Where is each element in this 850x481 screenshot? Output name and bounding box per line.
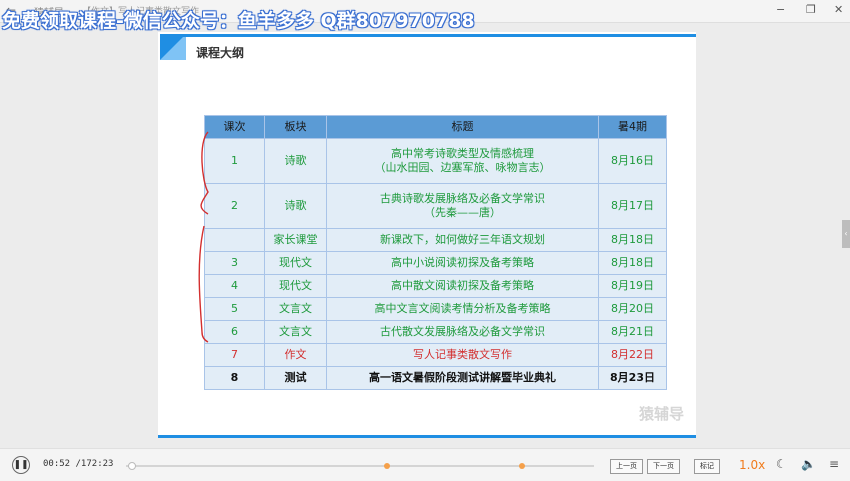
date: 8月17日 bbox=[598, 183, 667, 229]
volume-icon[interactable]: 🔈 bbox=[801, 457, 816, 471]
syllabus-table: 课次 板块 标题 暑4期 1 诗歌 高中常考诗歌类型及情感梳理 （山水田园、边塞军… bbox=[204, 115, 667, 390]
title-subline: （先秦——唐） bbox=[424, 206, 501, 219]
title-cell: 新课改下，如何做好三年语文规划 bbox=[326, 228, 599, 252]
table-row: 4 现代文 高中散文阅读初探及备考策略 8月19日 bbox=[204, 274, 667, 298]
slide-bottom-rule bbox=[158, 435, 696, 438]
restore-button[interactable]: ❐ bbox=[806, 3, 816, 16]
lesson-number: 8 bbox=[204, 366, 265, 390]
time-total: /172:23 bbox=[75, 459, 114, 469]
header-title: 标题 bbox=[326, 115, 599, 139]
module: 文言文 bbox=[264, 297, 327, 321]
module: 作文 bbox=[264, 343, 327, 367]
date: 8月22日 bbox=[598, 343, 667, 367]
table-row: 2 诗歌 古典诗歌发展脉络及必备文学常识 （先秦——唐） 8月17日 bbox=[204, 183, 667, 229]
module: 现代文 bbox=[264, 251, 327, 275]
lesson-number: 2 bbox=[204, 183, 265, 229]
table-row: 1 诗歌 高中常考诗歌类型及情感梳理 （山水田园、边塞军旅、咏物言志） 8月16日 bbox=[204, 138, 667, 184]
lesson-number bbox=[204, 228, 265, 252]
date: 8月23日 bbox=[598, 366, 667, 390]
slide-logo-icon bbox=[160, 34, 186, 60]
title-cell: 高中散文阅读初探及备考策略 bbox=[326, 274, 599, 298]
table-row: 8 测试 高一语文暑假阶段测试讲解暨毕业典礼 8月23日 bbox=[204, 366, 667, 390]
date: 8月16日 bbox=[598, 138, 667, 184]
date: 8月20日 bbox=[598, 297, 667, 321]
close-button[interactable]: ✕ bbox=[834, 3, 843, 16]
lesson-number: 3 bbox=[204, 251, 265, 275]
lesson-number: 1 bbox=[204, 138, 265, 184]
date: 8月21日 bbox=[598, 320, 667, 344]
table-header-row: 课次 板块 标题 暑4期 bbox=[204, 115, 667, 139]
module: 诗歌 bbox=[264, 183, 327, 229]
title-cell: 高中文言文阅读考情分析及备考策略 bbox=[326, 297, 599, 321]
progress-marker[interactable] bbox=[519, 463, 525, 469]
title-cell: 写人记事类散文写作 bbox=[326, 343, 599, 367]
table-row: 7 作文 写人记事类散文写作 8月22日 bbox=[204, 343, 667, 367]
progress-marker[interactable] bbox=[384, 463, 390, 469]
lesson-number: 4 bbox=[204, 274, 265, 298]
lesson-number: 6 bbox=[204, 320, 265, 344]
pause-icon[interactable]: ❚❚ bbox=[12, 456, 30, 474]
title-cell: 高一语文暑假阶段测试讲解暨毕业典礼 bbox=[326, 366, 599, 390]
title-cell: 古代散文发展脉络及必备文学常识 bbox=[326, 320, 599, 344]
slide: 课程大纲 课次 板块 标题 暑4期 1 诗歌 高中常考诗歌类型及情感梳理 （山水田… bbox=[158, 32, 696, 438]
progress-knob[interactable] bbox=[128, 462, 136, 470]
module: 诗歌 bbox=[264, 138, 327, 184]
date: 8月19日 bbox=[598, 274, 667, 298]
header-lesson: 课次 bbox=[204, 115, 265, 139]
table-row: 家长课堂 新课改下，如何做好三年语文规划 8月18日 bbox=[204, 228, 667, 252]
date: 8月18日 bbox=[598, 228, 667, 252]
title-cell: 古典诗歌发展脉络及必备文学常识 （先秦——唐） bbox=[326, 183, 599, 229]
side-panel-toggle[interactable]: ‹ bbox=[842, 220, 850, 248]
module: 家长课堂 bbox=[264, 228, 327, 252]
table-row: 6 文言文 古代散文发展脉络及必备文学常识 8月21日 bbox=[204, 320, 667, 344]
time-readout: 00:52 /172:23 bbox=[43, 459, 113, 469]
lesson-number: 7 bbox=[204, 343, 265, 367]
bookmark-button[interactable]: 标记 bbox=[694, 459, 720, 474]
menu-icon[interactable]: ≡ bbox=[829, 457, 839, 471]
header-module: 板块 bbox=[264, 115, 327, 139]
table-row: 3 现代文 高中小说阅读初探及备考策略 8月18日 bbox=[204, 251, 667, 275]
date: 8月18日 bbox=[598, 251, 667, 275]
module: 现代文 bbox=[264, 274, 327, 298]
title-subline: （山水田园、边塞军旅、咏物言志） bbox=[374, 161, 551, 174]
lesson-number: 5 bbox=[204, 297, 265, 321]
title-cell: 高中小说阅读初探及备考策略 bbox=[326, 251, 599, 275]
title-cell: 高中常考诗歌类型及情感梳理 （山水田园、边塞军旅、咏物言志） bbox=[326, 138, 599, 184]
overlay-watermark: 免费领取课程-微信公众号：鱼羊多多 Q群807970788 bbox=[2, 10, 475, 32]
slide-heading: 课程大纲 bbox=[196, 46, 245, 60]
next-page-button[interactable]: 下一页 bbox=[647, 459, 680, 474]
module: 测试 bbox=[264, 366, 327, 390]
player-bar: ❚❚ 00:52 /172:23 上一页 下一页 标记 1.0x ☾ 🔈 ≡ bbox=[0, 448, 850, 481]
night-mode-icon[interactable]: ☾ bbox=[776, 457, 787, 471]
title-line: 高中常考诗歌类型及情感梳理 bbox=[391, 147, 534, 160]
minimize-button[interactable]: − bbox=[776, 3, 785, 16]
brand-watermark: 猿辅导 bbox=[638, 405, 684, 423]
speed-button[interactable]: 1.0x bbox=[739, 458, 765, 472]
prev-page-button[interactable]: 上一页 bbox=[610, 459, 643, 474]
progress-track[interactable] bbox=[126, 462, 594, 470]
table-row: 5 文言文 高中文言文阅读考情分析及备考策略 8月20日 bbox=[204, 297, 667, 321]
header-date: 暑4期 bbox=[598, 115, 667, 139]
time-current: 00:52 bbox=[43, 459, 71, 469]
title-line: 古典诗歌发展脉络及必备文学常识 bbox=[380, 192, 545, 205]
module: 文言文 bbox=[264, 320, 327, 344]
slide-top-rule bbox=[180, 34, 696, 37]
